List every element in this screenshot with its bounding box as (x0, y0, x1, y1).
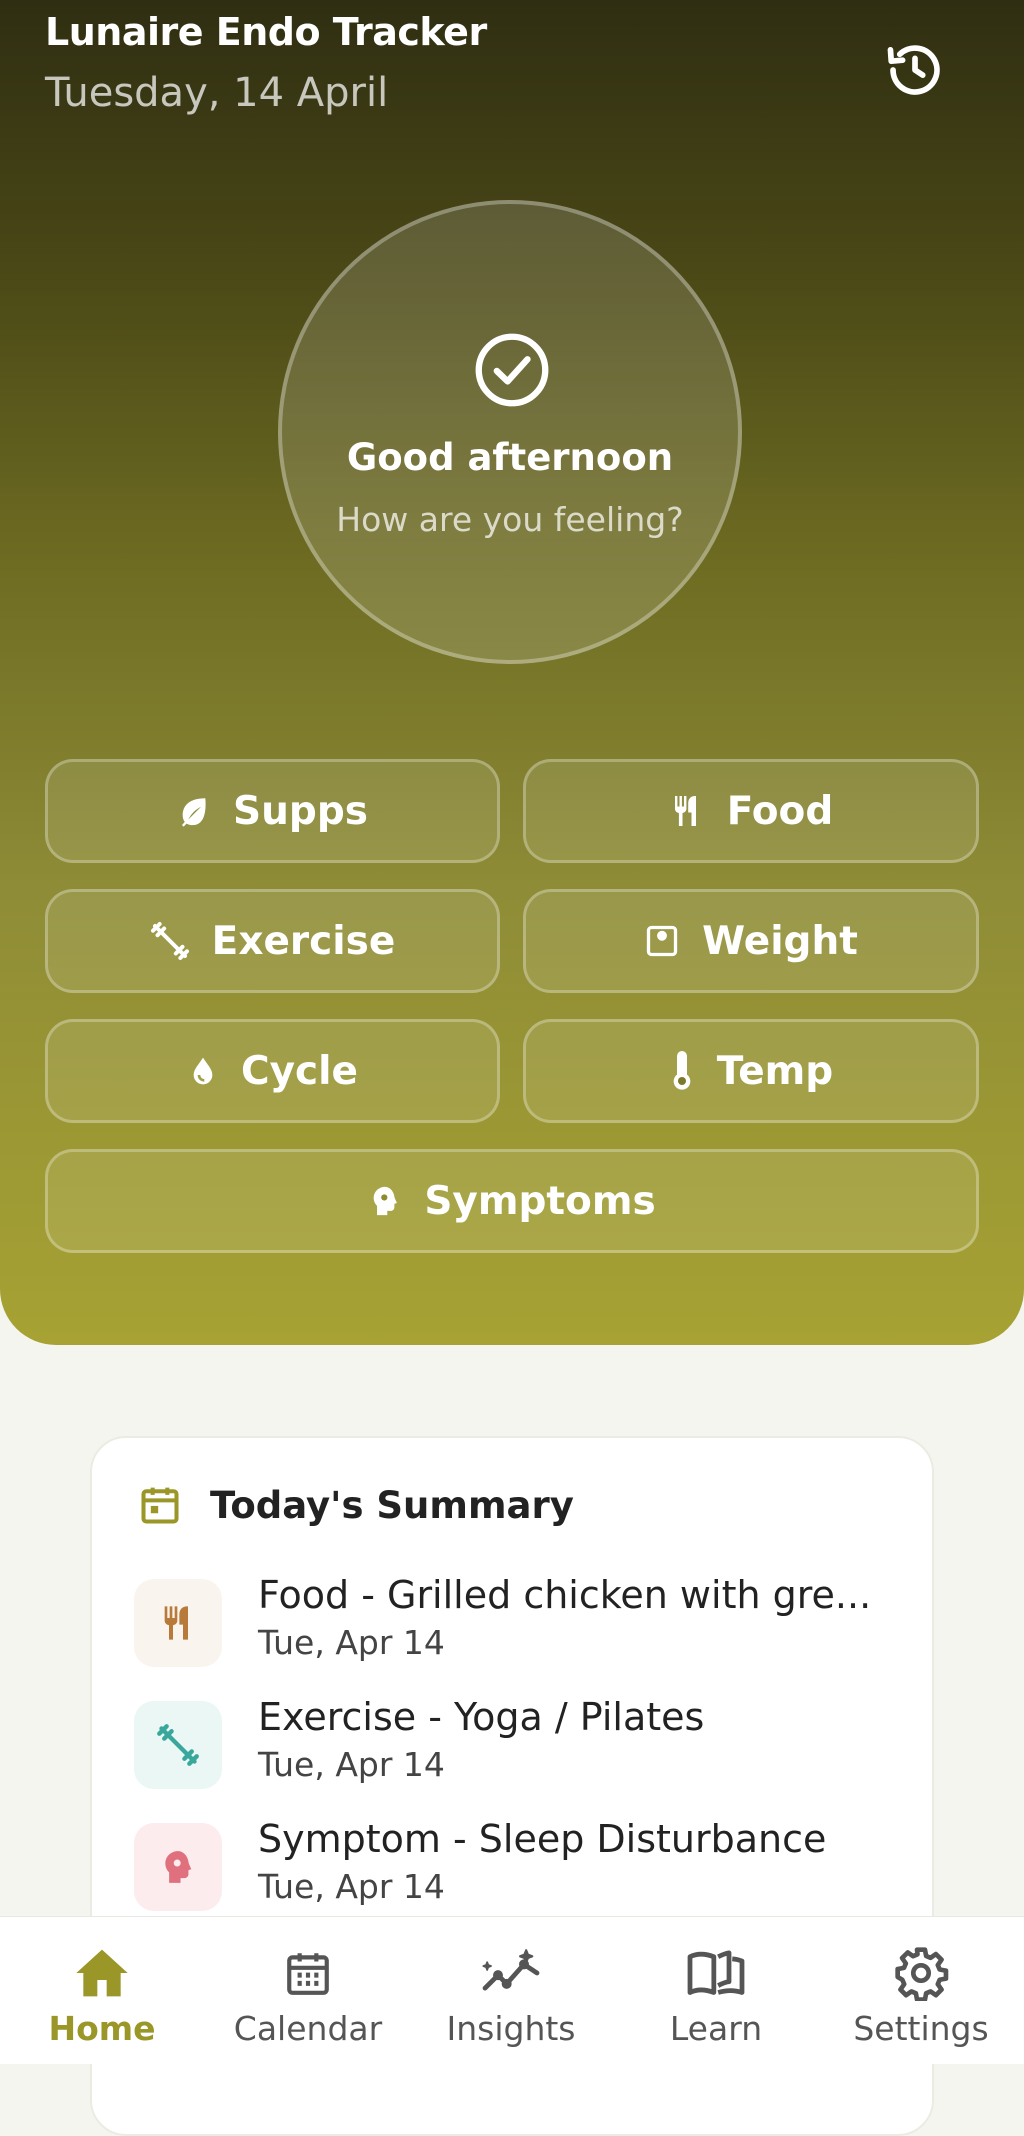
tab-label: Calendar (233, 2009, 383, 2048)
leaf-icon (182, 798, 206, 827)
current-date: Tuesday, 14 April (45, 70, 389, 116)
food-label: Food (726, 788, 834, 834)
weight-button[interactable]: Weight (523, 889, 979, 993)
drop-icon (193, 1057, 213, 1085)
calendar-icon (141, 1487, 179, 1524)
symptoms-label: Symptoms (424, 1178, 656, 1224)
dumbbell-icon (157, 1724, 199, 1766)
greeting-circle[interactable]: Good afternoon How are you feeling? (278, 200, 742, 664)
app-title: Lunaire Endo Tracker (45, 10, 487, 54)
tab-label: Learn (669, 2009, 763, 2048)
entry-icon-box (134, 1701, 222, 1789)
entry-title: Food - Grilled chicken with gre... (258, 1573, 872, 1617)
bottom-tab-bar: Home Calendar Insights Learn Settings (0, 1916, 1024, 2064)
summary-header: Today's Summary (138, 1482, 574, 1528)
summary-title: Today's Summary (210, 1483, 574, 1527)
book-icon (687, 1950, 745, 1995)
history-button[interactable] (875, 30, 955, 110)
entry-title: Exercise - Yoga / Pilates (258, 1695, 705, 1739)
food-button[interactable]: Food (523, 759, 979, 863)
supps-label: Supps (233, 788, 368, 834)
summary-entry-exercise[interactable]: Exercise - Yoga / Pilates Tue, Apr 14 (134, 1695, 914, 1795)
entry-date: Tue, Apr 14 (258, 1745, 445, 1784)
calendar-icon (287, 1953, 329, 1995)
greeting-title: Good afternoon (346, 436, 674, 479)
head-icon (373, 1186, 398, 1216)
history-icon (887, 45, 940, 95)
summary-entry-food[interactable]: Food - Grilled chicken with gre... Tue, … (134, 1573, 914, 1673)
insights-icon (482, 1949, 540, 1991)
home-icon (76, 1949, 128, 1997)
tab-label: Home (48, 2009, 156, 2048)
summary-entry-symptom[interactable]: Symptom - Sleep Disturbance Tue, Apr 14 (134, 1817, 914, 1917)
symptoms-button[interactable]: Symptoms (45, 1149, 979, 1253)
cycle-label: Cycle (241, 1048, 358, 1094)
utensils-icon (164, 1606, 188, 1640)
check-circle-icon (475, 333, 549, 407)
cycle-button[interactable]: Cycle (45, 1019, 500, 1123)
tab-label: Insights (446, 2009, 576, 2048)
entry-icon-box (134, 1823, 222, 1911)
tab-settings[interactable]: Settings (831, 1917, 1011, 2064)
tab-home[interactable]: Home (12, 1917, 192, 2064)
head-icon (165, 1851, 192, 1883)
supps-button[interactable]: Supps (45, 759, 500, 863)
weight-label: Weight (702, 918, 858, 964)
greeting-subtitle: How are you feeling? (336, 500, 684, 539)
tab-learn[interactable]: Learn (626, 1917, 806, 2064)
entry-title: Symptom - Sleep Disturbance (258, 1817, 827, 1861)
entry-icon-box (134, 1579, 222, 1667)
temp-label: Temp (716, 1048, 834, 1094)
entry-date: Tue, Apr 14 (258, 1623, 445, 1662)
tab-calendar[interactable]: Calendar (218, 1917, 398, 2064)
scale-icon (646, 925, 678, 957)
entry-date: Tue, Apr 14 (258, 1867, 445, 1906)
exercise-label: Exercise (211, 918, 396, 964)
exercise-button[interactable]: Exercise (45, 889, 500, 993)
thermometer-icon (673, 1051, 691, 1090)
gear-icon (895, 1947, 949, 2001)
hero-panel: Lunaire Endo Tracker Tuesday, 14 April G… (0, 0, 1024, 1345)
dumbbell-icon (150, 922, 189, 960)
tab-insights[interactable]: Insights (421, 1917, 601, 2064)
temp-button[interactable]: Temp (523, 1019, 979, 1123)
utensils-icon (674, 796, 696, 826)
tab-label: Settings (853, 2009, 989, 2048)
